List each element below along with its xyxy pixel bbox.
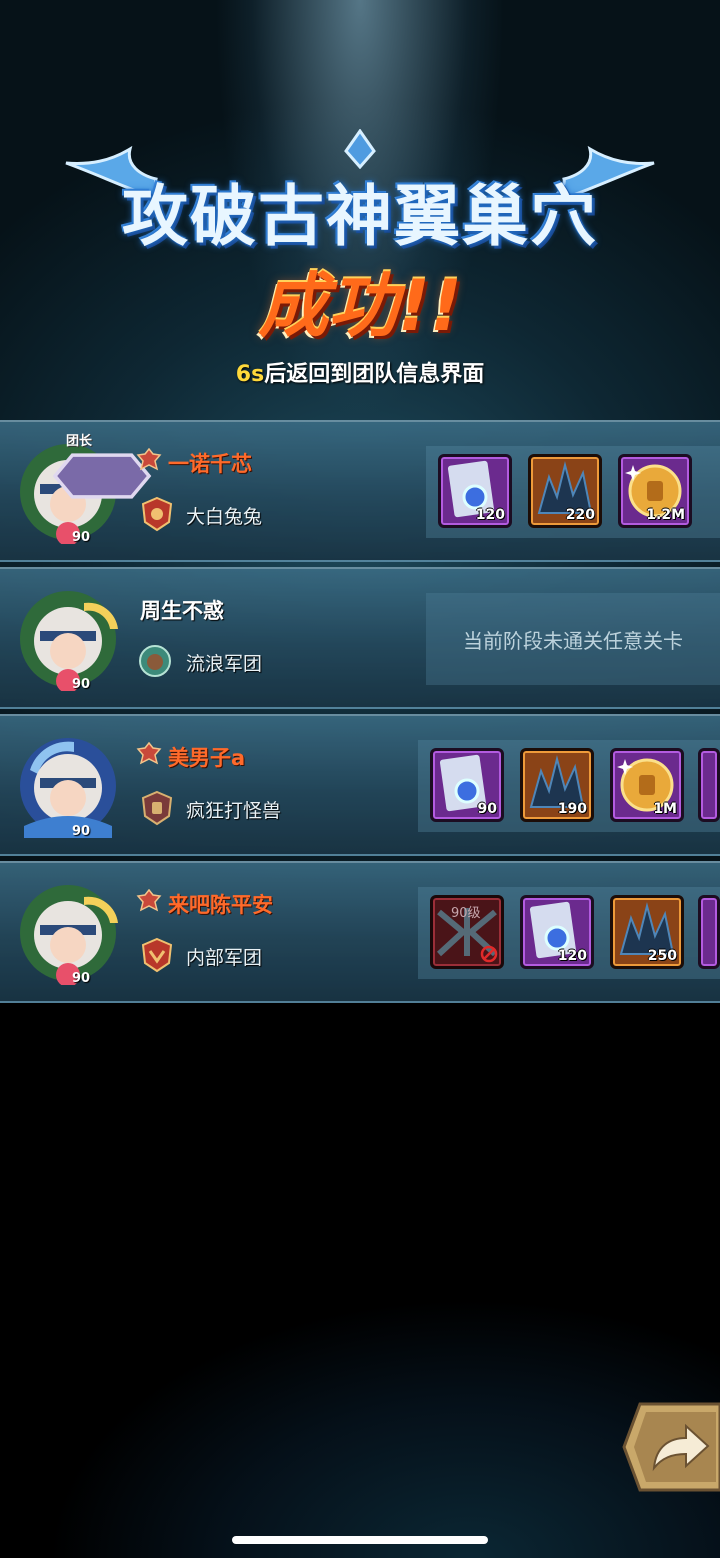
player-avatar[interactable]: 90 (14, 877, 122, 987)
player-level: 90 (71, 530, 91, 545)
player-level: 90 (71, 824, 91, 839)
forward-button[interactable] (622, 1402, 720, 1492)
guild-name: 内部军团 (186, 947, 263, 969)
reward-quantity: 120 (557, 948, 587, 964)
reward-level-tag: 90级 (451, 906, 481, 921)
player-avatar[interactable]: 90 (14, 730, 122, 839)
reward-quantity: 250 (647, 948, 677, 964)
player-row: 团长 90 一诺千芯 大白兔兔 120 220 1.2M (0, 420, 720, 562)
return-countdown: 6s后返回到团队信息界面 (0, 356, 720, 388)
guild-name: 大白兔兔 (186, 506, 263, 528)
leader-label: 团长 (65, 434, 92, 449)
player-name: 来吧陈平安 (168, 893, 273, 917)
countdown-message: 后返回到团队信息界面 (264, 362, 485, 387)
rewards-panel: 90 190 1M (418, 740, 720, 832)
guild-emblem-icon (139, 645, 171, 677)
player-row: 90 周生不惑 流浪军团 当前阶段未通关任意关卡 (0, 567, 720, 709)
player-name: 美男子a (168, 746, 246, 770)
title-banner: 攻破古神翼巢穴 (60, 125, 660, 255)
background-lower (0, 1000, 720, 1558)
rewards-panel: 120 220 1.2M (426, 446, 720, 538)
player-avatar[interactable]: 90 (14, 583, 122, 693)
guild-emblem-icon (141, 790, 173, 826)
reward-partial-item[interactable] (698, 895, 720, 969)
player-row: 90 来吧陈平安 内部军团 90级 120 250 (0, 861, 720, 1003)
reward-gold[interactable]: 1M (610, 748, 684, 822)
reward-quantity: 90 (477, 801, 497, 817)
player-row: 90 美男子a 疯狂打怪兽 90 190 1M (0, 714, 720, 856)
player-level: 90 (71, 677, 91, 692)
stage-title: 攻破古神翼巢穴 (122, 178, 598, 255)
player-avatar[interactable]: 团长 90 (14, 434, 152, 546)
reward-quantity: 190 (557, 801, 587, 817)
reward-crystal[interactable]: 190 (520, 748, 594, 822)
reward-locked-wing[interactable]: 90级 (430, 895, 504, 969)
no-clear-status: 当前阶段未通关任意关卡 (426, 593, 720, 685)
rank-emblem-icon (136, 448, 162, 471)
reward-partial-item[interactable] (698, 748, 720, 822)
result-text: 成功!! (258, 265, 462, 347)
reward-quantity: 1M (653, 801, 677, 817)
guild-emblem-icon (141, 937, 173, 973)
reward-crystal[interactable]: 250 (610, 895, 684, 969)
reward-quantity: 120 (475, 507, 505, 523)
reward-quantity: 220 (565, 507, 595, 523)
rewards-panel: 90级 120 250 (418, 887, 720, 979)
player-name: 一诺千芯 (168, 452, 252, 476)
reward-scroll[interactable]: 120 (438, 454, 512, 528)
player-level: 90 (71, 971, 91, 986)
player-name: 周生不惑 (140, 599, 224, 623)
rank-emblem-icon (136, 742, 162, 765)
reward-scroll[interactable]: 120 (520, 895, 594, 969)
countdown-seconds: 6s (235, 362, 265, 387)
guild-name: 流浪军团 (186, 653, 263, 675)
reward-scroll[interactable]: 90 (430, 748, 504, 822)
guild-emblem-icon (141, 496, 173, 532)
home-indicator[interactable] (232, 1536, 488, 1544)
guild-name: 疯狂打怪兽 (186, 800, 282, 822)
reward-gold[interactable]: 1.2M (618, 454, 692, 528)
reward-quantity: 1.2M (646, 507, 685, 523)
reward-crystal[interactable]: 220 (528, 454, 602, 528)
rank-emblem-icon (136, 889, 162, 912)
